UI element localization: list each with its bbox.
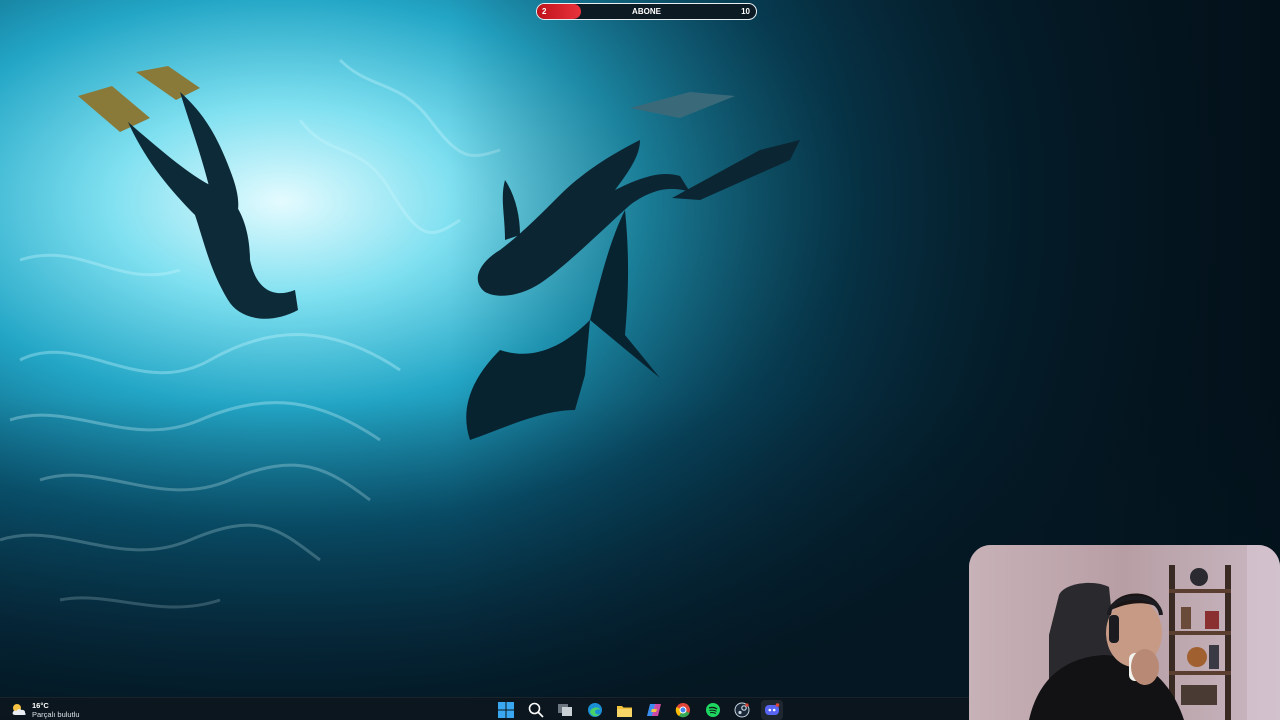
subscriber-goal-target: 10: [741, 7, 750, 16]
subscriber-goal-label: ABONE: [632, 7, 661, 16]
weather-temperature: 16°C: [32, 701, 49, 710]
windows-start-icon[interactable]: [495, 700, 517, 720]
copilot-icon[interactable]: [643, 700, 665, 720]
taskbar-apps: [495, 699, 790, 720]
task-view-icon[interactable]: [554, 700, 576, 720]
folder-icon[interactable]: [613, 700, 635, 720]
subscriber-goal-bar: 2 ABONE 10: [536, 3, 757, 20]
edge-browser-icon[interactable]: [584, 700, 606, 720]
chrome-icon[interactable]: [672, 700, 694, 720]
streamer-webcam: [969, 545, 1280, 720]
steam-icon[interactable]: [731, 700, 753, 720]
windows-taskbar: 16°C Parçalı bulutlu: [0, 697, 969, 720]
weather-widget[interactable]: 16°C Parçalı bulutlu: [10, 699, 80, 720]
spotify-icon[interactable]: [702, 700, 724, 720]
partly-cloudy-icon: [12, 704, 26, 715]
search-icon[interactable]: [525, 700, 547, 720]
weather-condition: Parçalı bulutlu: [32, 710, 80, 719]
stream-frame: 2 ABONE 10 16°C Parçalı bulutlu: [0, 0, 1280, 720]
discord-icon[interactable]: [760, 700, 783, 720]
webcam-feed: [969, 545, 1280, 720]
